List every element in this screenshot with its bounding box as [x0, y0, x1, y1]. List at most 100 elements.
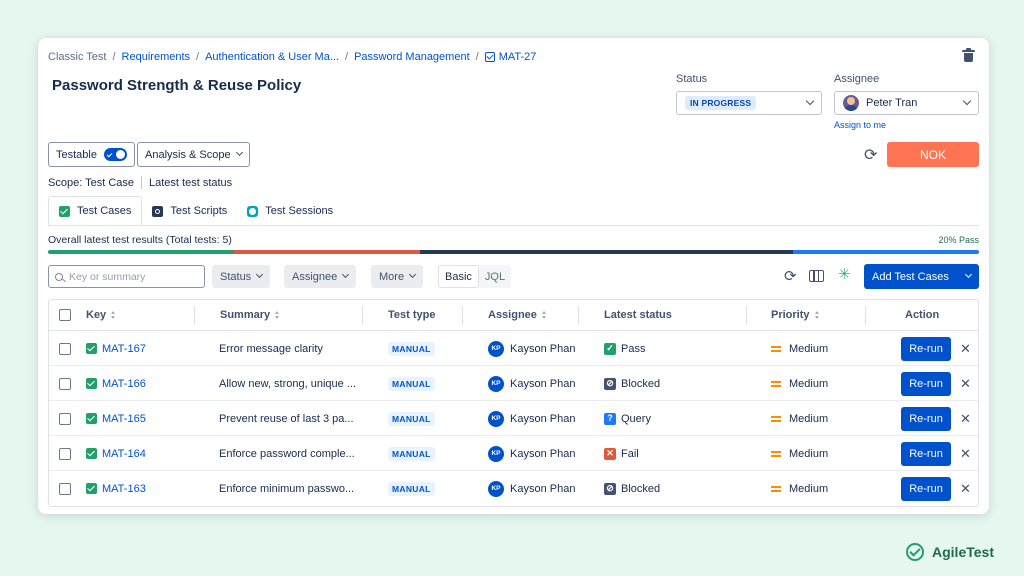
sync-icon[interactable]: ⟳	[864, 148, 877, 164]
rerun-button[interactable]: Re-run	[901, 336, 951, 361]
tab-test-sessions[interactable]: Test Sessions	[237, 196, 343, 226]
header-label: Priority	[771, 309, 810, 321]
header-priority[interactable]: Priority	[771, 309, 820, 321]
add-test-cases-button[interactable]: Add Test Cases	[864, 264, 979, 289]
chevron-down-icon	[964, 270, 973, 279]
table-row[interactable]: MAT-163 Enforce minimum passwo... MANUAL…	[49, 471, 978, 506]
status-select[interactable]: IN PROGRESS	[676, 91, 822, 115]
rerun-button[interactable]: Re-run	[901, 441, 951, 466]
test-key-link[interactable]: MAT-166	[102, 378, 146, 390]
status-filter[interactable]: Status	[212, 265, 271, 288]
scope-bar: Scope: Test Case Latest test status	[48, 176, 232, 189]
blocked-icon: ⊘	[604, 377, 616, 390]
jql-option[interactable]: JQL	[479, 265, 511, 288]
table-row[interactable]: MAT-166 Allow new, strong, unique ... MA…	[49, 366, 978, 401]
breadcrumb-item-requirements[interactable]: Requirements	[122, 51, 190, 63]
chevron-down-icon	[342, 270, 350, 279]
basic-option[interactable]: Basic	[438, 265, 479, 288]
breadcrumb-separator: /	[112, 51, 116, 63]
table-row[interactable]: MAT-164 Enforce password comple... MANUA…	[49, 436, 978, 471]
test-sessions-icon	[247, 205, 259, 217]
breadcrumb-item-classic-test[interactable]: Classic Test	[48, 51, 106, 63]
breadcrumb-item-mat-27[interactable]: MAT-27	[499, 51, 537, 63]
columns-icon[interactable]	[809, 270, 824, 282]
assignee-name: Peter Tran	[866, 97, 918, 109]
row-checkbox[interactable]	[59, 378, 71, 390]
close-icon[interactable]: ✕	[960, 341, 971, 357]
toggle-switch[interactable]	[103, 148, 127, 161]
header-latest-status: Latest status	[604, 309, 672, 321]
assignee-select[interactable]: Peter Tran	[834, 91, 979, 115]
summary-cell: Enforce password comple...	[219, 447, 355, 460]
close-icon[interactable]: ✕	[960, 376, 971, 392]
trash-icon[interactable]	[962, 48, 975, 62]
column-divider	[746, 306, 747, 325]
refresh-icon[interactable]: ⟳	[784, 269, 797, 284]
breadcrumb-item-authentication[interactable]: Authentication & User Ma...	[205, 51, 339, 63]
status-label: Status	[676, 73, 708, 85]
sparkle-icon[interactable]: ✳	[838, 267, 851, 282]
breadcrumb-separator: /	[345, 51, 349, 63]
search-placeholder: Key or summary	[69, 270, 146, 283]
rerun-button[interactable]: Re-run	[901, 406, 951, 431]
chevron-down-icon	[409, 270, 417, 279]
priority-medium-icon	[771, 450, 781, 457]
test-cases-table: Key Summary Test type Assignee Latest st…	[48, 299, 979, 507]
test-key-link[interactable]: MAT-163	[102, 483, 146, 495]
column-divider	[578, 306, 579, 325]
avatar: KP	[488, 410, 504, 427]
header-summary[interactable]: Summary	[220, 309, 280, 321]
close-icon[interactable]: ✕	[960, 446, 971, 462]
row-checkbox[interactable]	[59, 343, 71, 355]
tab-test-scripts[interactable]: Test Scripts	[142, 196, 237, 226]
test-key-link[interactable]: MAT-165	[102, 413, 146, 425]
close-icon[interactable]: ✕	[960, 411, 971, 427]
search-input[interactable]: Key or summary	[48, 265, 205, 288]
priority-medium-icon	[771, 485, 781, 492]
assignee-filter[interactable]: Assignee	[284, 265, 357, 288]
avatar: KP	[488, 480, 504, 497]
header-test-type: Test type	[388, 309, 435, 321]
rerun-button[interactable]: Re-run	[901, 476, 951, 501]
header-action: Action	[905, 309, 939, 321]
row-checkbox[interactable]	[59, 483, 71, 495]
header-label: Latest status	[604, 309, 672, 321]
latest-status-text: Latest test status	[149, 176, 233, 189]
header-label: Key	[86, 309, 107, 321]
assign-to-me-link[interactable]: Assign to me	[834, 120, 886, 130]
nok-button[interactable]: NOK	[887, 142, 979, 167]
progress-segment-pass	[48, 250, 235, 254]
breadcrumb: Classic Test / Requirements / Authentica…	[48, 51, 536, 63]
row-checkbox[interactable]	[59, 413, 71, 425]
test-key-link[interactable]: MAT-167	[102, 343, 146, 355]
checkbox-icon	[484, 52, 495, 62]
search-icon	[55, 272, 63, 281]
close-icon[interactable]: ✕	[960, 481, 971, 497]
breadcrumb-item-password-management[interactable]: Password Management	[354, 51, 470, 63]
testable-toggle-button[interactable]: Testable	[48, 142, 135, 167]
pass-percentage: 20% Pass	[938, 235, 979, 245]
test-type-badge: MANUAL	[388, 376, 435, 391]
tab-test-cases[interactable]: Test Cases	[48, 196, 143, 226]
priority-text: Medium	[789, 377, 829, 390]
test-case-icon	[86, 483, 97, 494]
header-assignee[interactable]: Assignee	[488, 309, 547, 321]
chevron-down-icon	[962, 96, 972, 106]
table-row[interactable]: MAT-165 Prevent reuse of last 3 pa... MA…	[49, 401, 978, 436]
more-filter[interactable]: More	[371, 265, 424, 288]
summary-cell: Allow new, strong, unique ...	[219, 377, 356, 390]
analysis-scope-dropdown[interactable]: Analysis & Scope	[137, 142, 250, 167]
status-filter-label: Status	[220, 270, 252, 283]
test-type-badge: MANUAL	[388, 446, 435, 461]
header-label: Assignee	[488, 309, 537, 321]
select-all-checkbox[interactable]	[59, 309, 71, 321]
test-key-link[interactable]: MAT-164	[102, 448, 146, 460]
rerun-button[interactable]: Re-run	[901, 371, 951, 396]
progress-segment-fail	[234, 250, 421, 254]
table-row[interactable]: MAT-167 Error message clarity MANUAL KP K…	[49, 331, 978, 366]
row-checkbox[interactable]	[59, 448, 71, 460]
summary-cell: Prevent reuse of last 3 pa...	[219, 412, 354, 425]
header-key[interactable]: Key	[86, 309, 116, 321]
header-label: Action	[905, 309, 940, 321]
progress-segment-blocked	[420, 250, 793, 254]
